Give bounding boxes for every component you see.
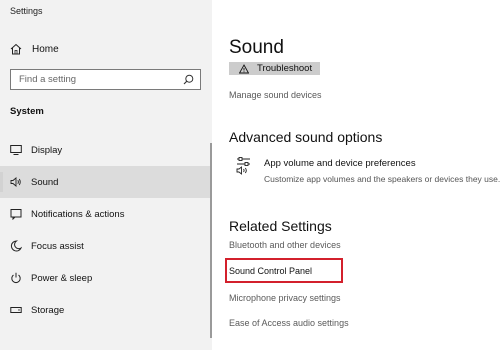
nav-item-label: Focus assist (31, 240, 84, 252)
app-title: Settings (10, 6, 43, 16)
nav-home-label: Home (32, 43, 59, 55)
nav-item-label: Storage (31, 304, 65, 316)
monitor-icon (10, 145, 22, 155)
nav-item-label: Display (31, 144, 63, 156)
related-settings-heading: Related Settings (229, 218, 332, 234)
microphone-privacy-link[interactable]: Microphone privacy settings (229, 293, 341, 303)
app-volume-title: App volume and device preferences (264, 158, 416, 169)
nav-item-display[interactable]: Display (0, 134, 212, 166)
nav-section-header: System (10, 106, 44, 117)
bluetooth-devices-link[interactable]: Bluetooth and other devices (229, 240, 341, 250)
nav-item-power-sleep[interactable]: Power & sleep (0, 262, 212, 294)
highlight-box (225, 258, 343, 283)
home-icon (10, 43, 22, 55)
nav-item-sound[interactable]: Sound (0, 166, 212, 198)
page-title: Sound (229, 37, 284, 58)
power-icon (11, 272, 21, 283)
nav-item-label: Power & sleep (31, 272, 93, 284)
storage-icon (10, 307, 22, 313)
nav-item-storage[interactable]: Storage (0, 294, 212, 326)
moon-icon (10, 240, 22, 252)
search-input[interactable] (19, 74, 183, 85)
nav-item-notifications[interactable]: Notifications & actions (0, 198, 212, 230)
search-icon[interactable] (183, 74, 194, 85)
warning-icon (239, 63, 249, 73)
notification-icon (10, 209, 22, 220)
nav-item-focus-assist[interactable]: Focus assist (0, 230, 212, 262)
settings-window: Settings Home System Display (0, 0, 500, 350)
content-pane: Sound Troubleshoot Manage sound devices … (212, 0, 500, 350)
search-box[interactable] (10, 69, 201, 90)
nav-pane: Settings Home System Display (0, 0, 212, 350)
nav-home[interactable]: Home (10, 41, 59, 57)
ease-of-access-audio-link[interactable]: Ease of Access audio settings (229, 318, 349, 328)
nav-item-label: Notifications & actions (31, 208, 125, 220)
troubleshoot-label: Troubleshoot (257, 63, 313, 74)
nav-item-label: Sound (31, 176, 59, 188)
manage-sound-devices-link[interactable]: Manage sound devices (229, 90, 322, 100)
app-volume-preferences[interactable]: App volume and device preferences Custom… (235, 157, 500, 184)
advanced-sound-options-heading: Advanced sound options (229, 129, 383, 145)
mixer-icon (236, 157, 250, 175)
app-volume-description: Customize app volumes and the speakers o… (264, 174, 500, 184)
speaker-icon (10, 177, 21, 187)
troubleshoot-button[interactable]: Troubleshoot (229, 62, 320, 75)
